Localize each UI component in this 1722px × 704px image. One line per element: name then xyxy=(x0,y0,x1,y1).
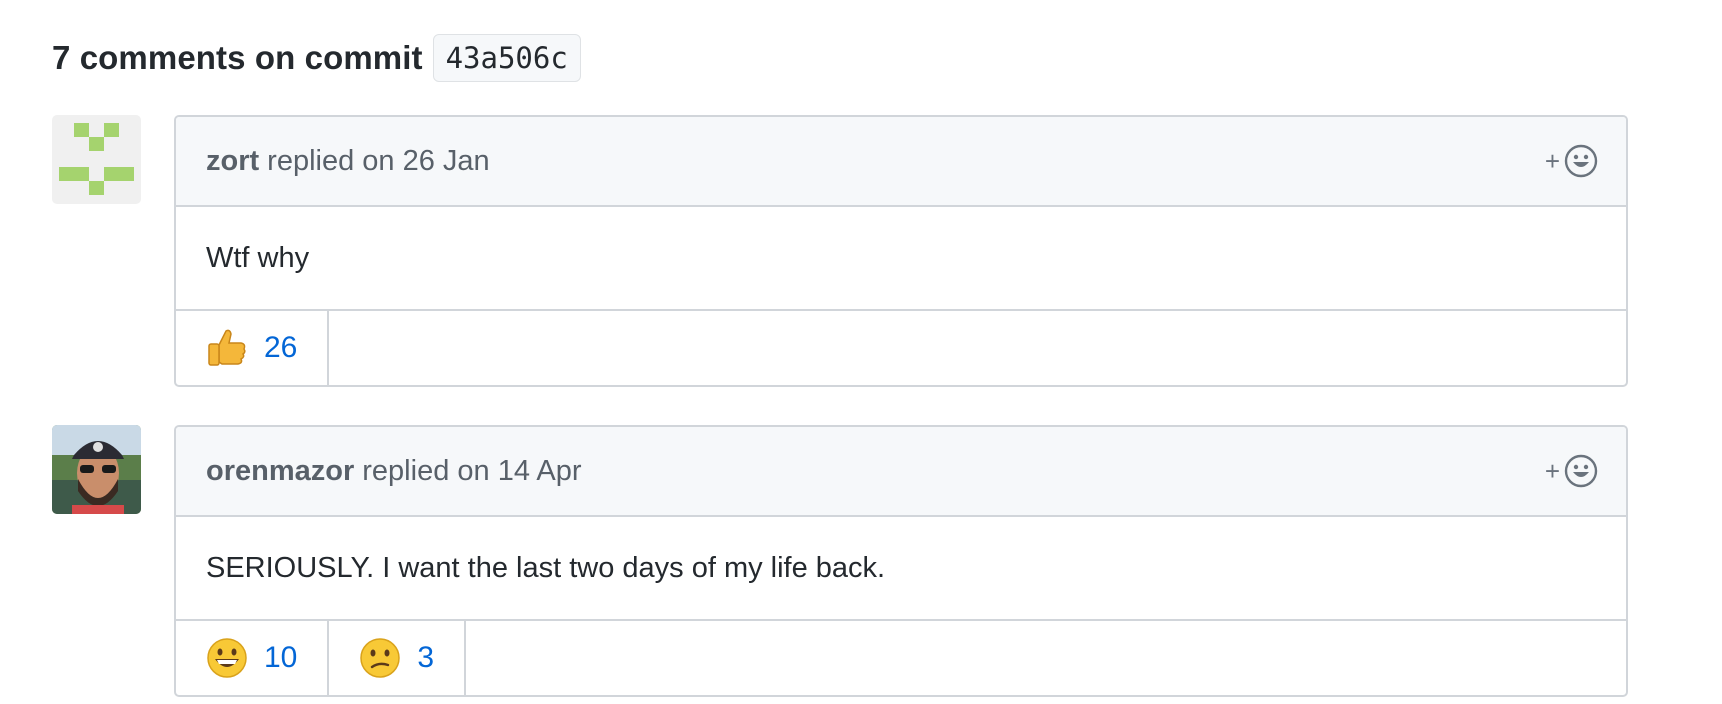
comment-timestamp[interactable]: replied on 14 Apr xyxy=(362,455,581,488)
grinning-face-icon xyxy=(207,638,247,678)
reaction-count: 26 xyxy=(264,331,298,364)
confused-face-icon xyxy=(360,638,401,678)
comment-body: Wtf why xyxy=(176,207,1626,311)
comment-author[interactable]: orenmazor xyxy=(206,455,354,488)
reaction-confused[interactable]: 3 xyxy=(329,621,467,695)
avatar-zort[interactable] xyxy=(52,115,141,204)
reactions-bar: 10 3 xyxy=(176,621,1626,695)
comment-text: Wtf why xyxy=(206,241,310,274)
identicon-avatar xyxy=(52,115,141,204)
comment-timestamp[interactable]: replied on 26 Jan xyxy=(267,145,490,178)
thumbs-up-icon xyxy=(208,329,246,366)
photo-avatar xyxy=(52,425,141,514)
comment-card: orenmazor replied on 14 Apr + SERIOUSLY.… xyxy=(174,425,1628,697)
avatar-orenmazor[interactable] xyxy=(52,425,141,514)
comments-count-title: 7 comments on commit xyxy=(52,39,423,76)
reaction-thumbs-up[interactable]: 26 xyxy=(176,311,330,385)
comments-heading: 7 comments on commit 43a506c xyxy=(52,34,581,82)
comment-author[interactable]: zort xyxy=(206,145,259,178)
add-reaction-button[interactable]: + xyxy=(1545,143,1598,179)
plus-icon: + xyxy=(1544,146,1560,176)
comment-body: SERIOUSLY. I want the last two days of m… xyxy=(176,517,1626,621)
comment-card: zort replied on 26 Jan + Wtf why 26 xyxy=(174,115,1628,387)
commit-sha-link[interactable]: 43a506c xyxy=(432,34,581,82)
reaction-grinning[interactable]: 10 xyxy=(176,621,330,695)
comment-text: SERIOUSLY. I want the last two days of m… xyxy=(206,551,886,584)
reactions-bar: 26 xyxy=(176,311,1626,385)
comment-header: orenmazor replied on 14 Apr + xyxy=(176,427,1626,517)
reaction-count: 10 xyxy=(264,641,298,674)
plus-icon: + xyxy=(1544,456,1560,486)
smiley-icon xyxy=(1564,454,1598,488)
smiley-icon xyxy=(1564,144,1598,178)
add-reaction-button[interactable]: + xyxy=(1545,453,1598,489)
comment-header: zort replied on 26 Jan + xyxy=(176,117,1626,207)
reaction-count: 3 xyxy=(417,641,435,674)
